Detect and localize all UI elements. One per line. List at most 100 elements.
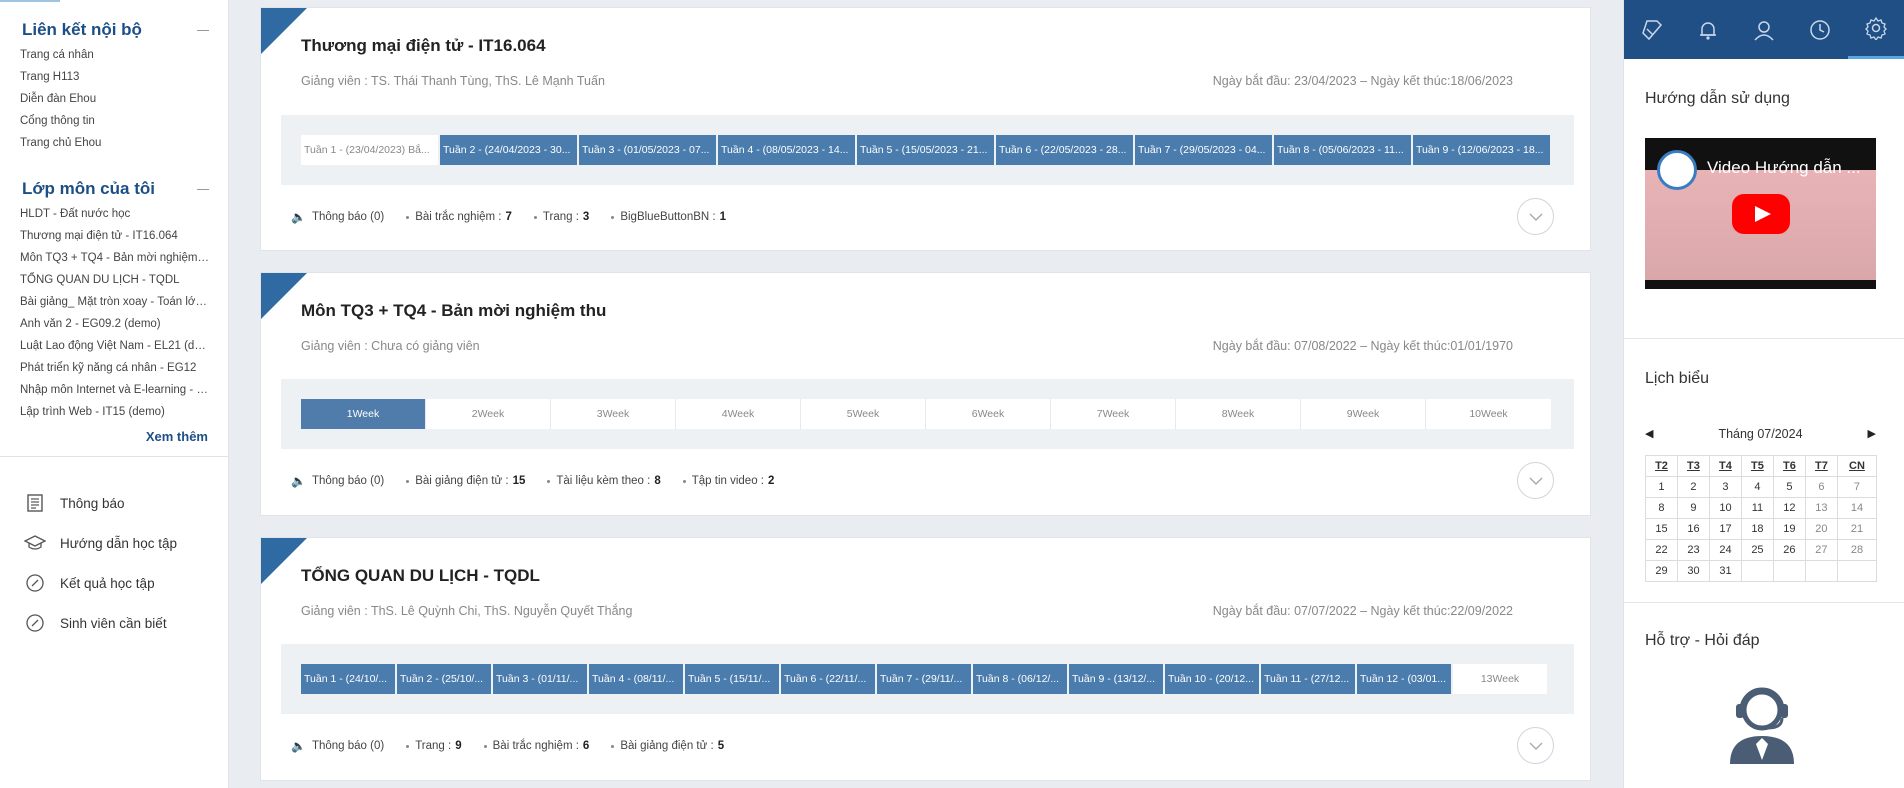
nav-item-study-guide[interactable]: Hướng dẫn học tập	[24, 523, 177, 563]
week-tab[interactable]: Tuần 3 - (01/11/...	[493, 664, 587, 694]
calendar-day[interactable]: 17	[1708, 518, 1742, 540]
calendar-day[interactable]: 6	[1804, 476, 1838, 498]
week-tab[interactable]: Tuần 5 - (15/11/...	[685, 664, 779, 694]
class-link[interactable]: Lập trình Web - IT15 (demo)	[20, 401, 210, 423]
calendar-day[interactable]: 11	[1740, 497, 1774, 519]
internal-link[interactable]: Trang chủ Ehou	[20, 132, 210, 154]
calendar-day[interactable]: 12	[1772, 497, 1806, 519]
prev-month-button[interactable]: ◀	[1645, 427, 1653, 441]
see-more-link[interactable]: Xem thêm	[0, 429, 229, 444]
week-tab[interactable]: 5Week	[801, 399, 926, 429]
stat-item[interactable]: Bài trắc nghiệm :6	[483, 740, 589, 752]
guide-video[interactable]: Video Hướng dẫn ...	[1645, 138, 1876, 289]
calendar-day[interactable]: 18	[1740, 518, 1774, 540]
calendar-day[interactable]: 23	[1676, 539, 1710, 561]
calendar-day[interactable]: 13	[1804, 497, 1838, 519]
collapse-icon[interactable]	[197, 29, 209, 31]
stat-item[interactable]: Tài liệu kèm theo :8	[547, 475, 661, 487]
next-month-button[interactable]: ▶	[1868, 427, 1876, 441]
week-tab[interactable]: 2Week	[426, 399, 551, 429]
week-tab[interactable]: Tuần 6 - (22/05/2023 - 28...	[996, 135, 1133, 165]
week-tab[interactable]: Tuần 4 - (08/11/...	[589, 664, 683, 694]
week-tab[interactable]: Tuần 2 - (24/04/2023 - 30...	[440, 135, 577, 165]
stat-item[interactable]: Trang :9	[406, 740, 462, 752]
calendar-day[interactable]: 10	[1708, 497, 1742, 519]
calendar-day[interactable]: 25	[1740, 539, 1774, 561]
stat-notifications[interactable]: 🔈 Thông báo (0)	[291, 739, 384, 753]
history-button[interactable]	[1792, 0, 1848, 59]
calendar-day[interactable]: 4	[1740, 476, 1774, 498]
nav-item-notifications[interactable]: Thông báo	[24, 483, 177, 523]
internal-link[interactable]: Trang H113	[20, 66, 210, 88]
calendar-day[interactable]: 14	[1836, 497, 1878, 519]
week-tab[interactable]: Tuần 7 - (29/11/...	[877, 664, 971, 694]
badge-button[interactable]	[1624, 0, 1680, 59]
notification-button[interactable]	[1680, 0, 1736, 59]
settings-button[interactable]	[1848, 0, 1904, 59]
week-tab[interactable]: Tuần 12 - (03/01...	[1357, 664, 1451, 694]
course-title[interactable]: TỔNG QUAN DU LỊCH - TQDL	[301, 566, 540, 586]
week-tab[interactable]: Tuần 10 - (20/12...	[1165, 664, 1259, 694]
stat-item[interactable]: BigBlueButtonBN :1	[611, 211, 726, 223]
class-link[interactable]: Thương mại điện tử - IT16.064	[20, 225, 210, 247]
calendar-day[interactable]: 29	[1645, 560, 1678, 582]
expand-button[interactable]	[1517, 462, 1554, 499]
stat-notifications[interactable]: 🔈 Thông báo (0)	[291, 474, 384, 488]
week-tab[interactable]: 1Week	[301, 399, 426, 429]
week-tab[interactable]: 4Week	[676, 399, 801, 429]
calendar-day[interactable]: 19	[1772, 518, 1806, 540]
expand-button[interactable]	[1517, 198, 1554, 235]
stat-notifications[interactable]: 🔈 Thông báo (0)	[291, 210, 384, 224]
week-tab[interactable]: 6Week	[926, 399, 1051, 429]
calendar-day[interactable]: 2	[1676, 476, 1710, 498]
week-tab[interactable]: 8Week	[1176, 399, 1301, 429]
calendar-day[interactable]: 16	[1676, 518, 1710, 540]
class-link[interactable]: Luật Lao động Việt Nam - EL21 (demo)	[20, 335, 210, 357]
calendar-day[interactable]: 30	[1676, 560, 1710, 582]
stat-item[interactable]: Bài giảng điện tử :5	[611, 740, 724, 752]
course-title[interactable]: Môn TQ3 + TQ4 - Bản mời nghiệm thu	[301, 301, 606, 321]
nav-item-results[interactable]: Kết quả học tập	[24, 563, 177, 603]
stat-item[interactable]: Tập tin video :2	[682, 475, 774, 487]
week-tab[interactable]: Tuần 9 - (13/12/...	[1069, 664, 1163, 694]
week-tab[interactable]: 9Week	[1301, 399, 1426, 429]
calendar-day[interactable]: 20	[1804, 518, 1838, 540]
calendar-day[interactable]: 7	[1836, 476, 1878, 498]
calendar-day[interactable]: 28	[1836, 539, 1878, 561]
calendar-day[interactable]: 5	[1772, 476, 1806, 498]
class-link[interactable]: TỔNG QUAN DU LỊCH - TQDL	[20, 269, 210, 291]
week-tab[interactable]: 13Week	[1453, 664, 1547, 694]
class-link[interactable]: Phát triển kỹ năng cá nhân - EG12	[20, 357, 210, 379]
calendar-day[interactable]: 24	[1708, 539, 1742, 561]
profile-button[interactable]	[1736, 0, 1792, 59]
expand-button[interactable]	[1517, 727, 1554, 764]
stat-item[interactable]: Trang :3	[533, 211, 589, 223]
class-link[interactable]: Nhập môn Internet và E-learning - IT01	[20, 379, 210, 401]
week-tab[interactable]: 10Week	[1426, 399, 1551, 429]
week-tab[interactable]: Tuần 3 - (01/05/2023 - 07...	[579, 135, 716, 165]
week-tab[interactable]: Tuần 4 - (08/05/2023 - 14...	[718, 135, 855, 165]
week-tab[interactable]: Tuần 5 - (15/05/2023 - 21...	[857, 135, 994, 165]
course-title[interactable]: Thương mại điện tử - IT16.064	[301, 36, 546, 56]
stat-item[interactable]: Bài giảng điện tử :15	[406, 475, 525, 487]
stat-item[interactable]: Bài trắc nghiệm :7	[406, 211, 512, 223]
week-tab[interactable]: Tuần 7 - (29/05/2023 - 04...	[1135, 135, 1272, 165]
class-link[interactable]: Bài giảng_ Mặt tròn xoay - Toán lớp 12	[20, 291, 210, 313]
internal-link[interactable]: Trang cá nhân	[20, 44, 210, 66]
week-tab[interactable]: Tuần 1 - (23/04/2023) Bắ...	[301, 135, 438, 165]
collapse-icon[interactable]	[197, 188, 209, 190]
calendar-day[interactable]: 26	[1772, 539, 1806, 561]
support-agent-icon[interactable]	[1720, 680, 1804, 769]
play-icon[interactable]	[1732, 194, 1790, 234]
calendar-day[interactable]: 21	[1836, 518, 1878, 540]
class-link[interactable]: HLDT - Đất nước học	[20, 203, 210, 225]
calendar-day[interactable]: 31	[1708, 560, 1742, 582]
week-tab[interactable]: Tuần 9 - (12/06/2023 - 18...	[1413, 135, 1550, 165]
calendar-day[interactable]: 9	[1676, 497, 1710, 519]
week-tab[interactable]: 3Week	[551, 399, 676, 429]
calendar-day[interactable]: 27	[1804, 539, 1838, 561]
internal-link[interactable]: Diễn đàn Ehou	[20, 88, 210, 110]
calendar-day[interactable]: 1	[1645, 476, 1678, 498]
week-tab[interactable]: 7Week	[1051, 399, 1176, 429]
class-link[interactable]: Môn TQ3 + TQ4 - Bản mời nghiệm thu	[20, 247, 210, 269]
